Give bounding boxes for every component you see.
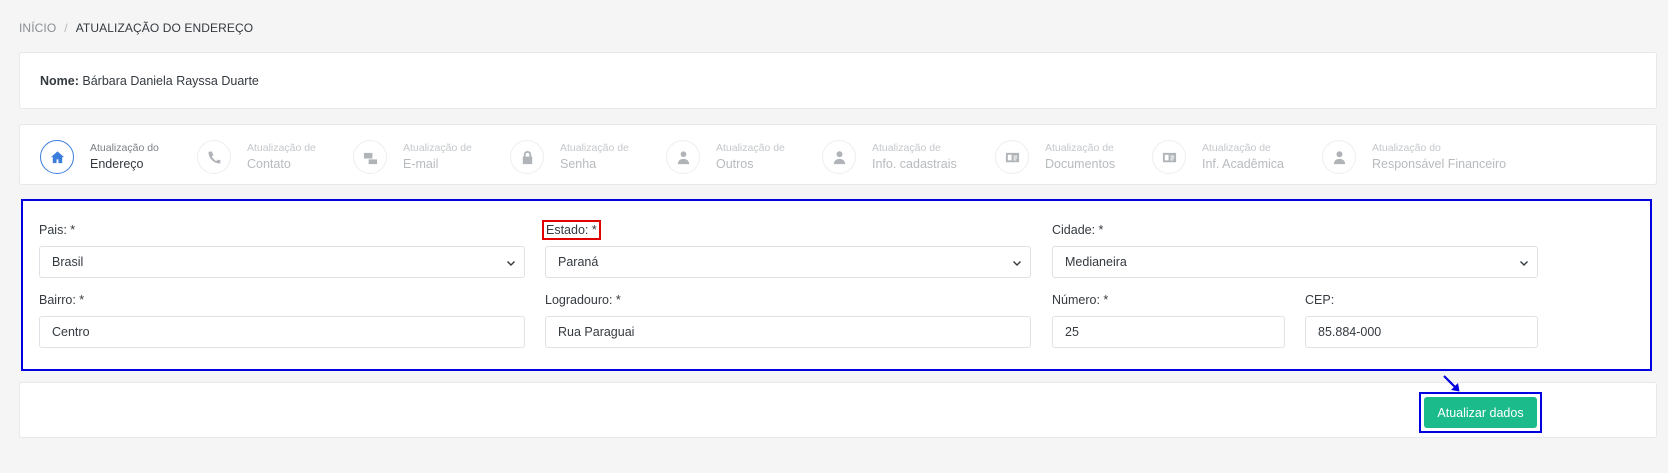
step-responsavel-financeiro[interactable]: Atualização do Responsável Financeiro: [1322, 139, 1506, 175]
id-card-icon: [1152, 140, 1186, 174]
step-title: E-mail: [403, 156, 439, 171]
bairro-value: Centro: [52, 325, 90, 339]
step-title: Inf. Acadêmica: [1202, 156, 1284, 171]
step-senha[interactable]: Atualização de Senha: [510, 139, 629, 175]
student-name-card: Nome: Bárbara Daniela Rayssa Duarte: [19, 52, 1657, 109]
step-small-label: Atualização do: [90, 141, 159, 154]
update-steps-nav: Atualização do Endereço Atualização de Con…: [19, 124, 1657, 185]
step-small-label: Atualização de: [716, 141, 785, 154]
chevron-down-icon: [1012, 257, 1022, 267]
bairro-label: Bairro: *: [39, 293, 85, 307]
step-endereco[interactable]: Atualização do Endereço: [40, 139, 159, 175]
estado-select[interactable]: Paraná: [545, 246, 1031, 278]
cidade-label: Cidade: *: [1052, 223, 1104, 237]
step-title: Endereço: [90, 156, 144, 171]
student-name-label: Nome:: [40, 74, 79, 88]
step-info-cadastrais[interactable]: Atualização de Info. cadastrais: [822, 139, 957, 175]
user-tie-icon: [666, 140, 700, 174]
breadcrumb-home-link[interactable]: INÍCIO: [19, 21, 56, 35]
numero-label: Número: *: [1052, 293, 1109, 307]
phone-icon: [197, 140, 231, 174]
breadcrumb: INÍCIO / ATUALIZAÇÃO DO ENDEREÇO: [19, 21, 253, 35]
cep-input[interactable]: 85.884-000: [1305, 316, 1538, 348]
step-small-label: Atualização de: [560, 141, 629, 154]
address-form: Pais: * Brasil Estado: * Paraná Cidade: …: [21, 199, 1652, 371]
logradouro-input[interactable]: Rua Paraguai: [545, 316, 1031, 348]
pais-select[interactable]: Brasil: [39, 246, 525, 278]
id-card-icon: [995, 140, 1029, 174]
chevron-down-icon: [1519, 257, 1529, 267]
step-title: Outros: [716, 156, 754, 171]
submit-highlight-box: Atualizar dados: [1419, 392, 1542, 433]
pais-selected-value: Brasil: [52, 255, 84, 269]
cep-label: CEP:: [1305, 293, 1335, 307]
step-small-label: Atualização de: [872, 141, 941, 154]
logradouro-label: Logradouro: *: [545, 293, 621, 307]
step-small-label: Atualização do: [1372, 141, 1441, 154]
breadcrumb-current: ATUALIZAÇÃO DO ENDEREÇO: [75, 21, 254, 35]
logradouro-value: Rua Paraguai: [558, 325, 635, 339]
step-outros[interactable]: Atualização de Outros: [666, 139, 785, 175]
update-data-button[interactable]: Atualizar dados: [1424, 397, 1537, 428]
estado-label: Estado: *: [542, 220, 601, 240]
cep-value: 85.884-000: [1318, 325, 1382, 339]
home-icon: [40, 140, 74, 174]
step-title: Responsável Financeiro: [1372, 156, 1507, 171]
breadcrumb-separator: /: [64, 21, 68, 35]
numero-input[interactable]: 25: [1052, 316, 1285, 348]
pais-label: Pais: *: [39, 223, 76, 237]
bairro-input[interactable]: Centro: [39, 316, 525, 348]
mail-icon: [353, 140, 387, 174]
chevron-down-icon: [506, 257, 516, 267]
step-email[interactable]: Atualização de E-mail: [353, 139, 472, 175]
step-small-label: Atualização de: [1045, 141, 1114, 154]
step-title: Documentos: [1045, 156, 1116, 171]
cidade-selected-value: Medianeira: [1065, 255, 1127, 269]
student-name-row: Nome: Bárbara Daniela Rayssa Duarte: [40, 74, 259, 88]
step-small-label: Atualização de: [1202, 141, 1271, 154]
step-documentos[interactable]: Atualização de Documentos: [995, 139, 1115, 175]
cidade-select[interactable]: Medianeira: [1052, 246, 1538, 278]
user-icon: [822, 140, 856, 174]
lock-icon: [510, 140, 544, 174]
step-title: Senha: [560, 156, 597, 171]
step-small-label: Atualização de: [403, 141, 472, 154]
step-small-label: Atualização de: [247, 141, 316, 154]
step-title: Info. cadastrais: [872, 156, 957, 171]
user-icon: [1322, 140, 1356, 174]
numero-value: 25: [1065, 325, 1079, 339]
form-footer: [19, 382, 1657, 438]
student-name-value: Bárbara Daniela Rayssa Duarte: [82, 74, 259, 88]
step-contato[interactable]: Atualização de Contato: [197, 139, 316, 175]
step-title: Contato: [247, 156, 291, 171]
step-inf-academica[interactable]: Atualização de Inf. Acadêmica: [1152, 139, 1284, 175]
estado-selected-value: Paraná: [558, 255, 599, 269]
